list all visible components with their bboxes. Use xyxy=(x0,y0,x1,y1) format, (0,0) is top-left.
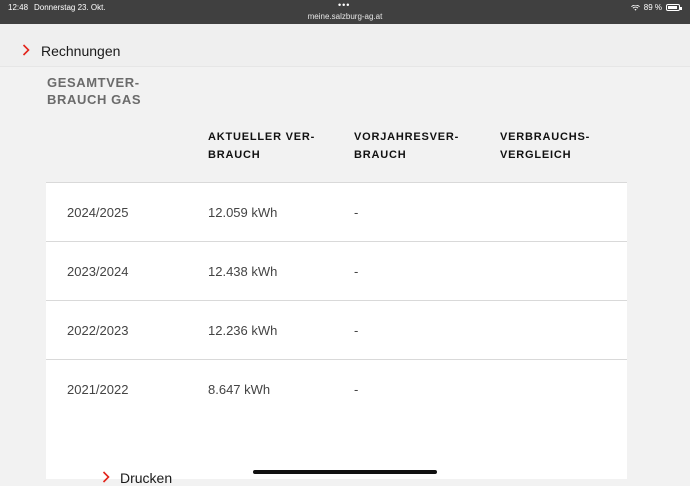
header-current-line2: BRAUCH xyxy=(208,149,261,161)
status-right: 89 % xyxy=(630,3,682,12)
header-comparison-line1: VERBRAUCHS- xyxy=(500,131,591,143)
previous-consumption-cell: - xyxy=(354,323,359,338)
chevron-right-icon xyxy=(102,471,110,483)
battery-percent: 89 % xyxy=(643,3,662,12)
period-cell: 2021/2022 xyxy=(67,382,129,397)
header-comparison-line2: VERGLEICH xyxy=(500,149,572,161)
table-row: 2023/2024 12.438 kWh - xyxy=(46,241,627,300)
section-title-line1: GESAMTVER- xyxy=(47,75,140,90)
period-cell: 2022/2023 xyxy=(67,323,129,338)
header-previous-year: VORJAHRESVER- BRAUCH xyxy=(354,128,484,164)
previous-consumption-cell: - xyxy=(354,382,359,397)
current-consumption-cell: 12.236 kWh xyxy=(208,323,278,338)
invoices-link-label[interactable]: Rechnungen xyxy=(41,43,120,59)
header-previous-line1: VORJAHRESVER- xyxy=(354,131,460,143)
period-cell: 2023/2024 xyxy=(67,264,129,279)
header-comparison: VERBRAUCHS- VERGLEICH xyxy=(500,128,630,164)
chevron-right-icon xyxy=(22,44,30,56)
previous-consumption-cell: - xyxy=(354,205,359,220)
period-cell: 2024/2025 xyxy=(67,205,129,220)
section-title: GESAMTVER- BRAUCH GAS xyxy=(47,74,187,108)
header-current-consumption: AKTUELLER VER- BRAUCH xyxy=(208,128,338,164)
previous-consumption-cell: - xyxy=(354,264,359,279)
battery-icon xyxy=(666,4,682,11)
header-previous-line2: BRAUCH xyxy=(354,149,407,161)
status-date: Donnerstag 23. Okt. xyxy=(34,3,106,12)
section-title-line2: BRAUCH GAS xyxy=(47,92,142,107)
table-row: 2024/2025 12.059 kWh - xyxy=(46,182,627,241)
table-row: 2022/2023 12.236 kWh - xyxy=(46,300,627,359)
consumption-table: 2024/2025 12.059 kWh - 2023/2024 12.438 … xyxy=(46,182,627,419)
address-bar-url[interactable]: meine.salzburg-ag.at xyxy=(0,12,690,21)
status-time: 12:48 xyxy=(8,3,29,12)
wifi-icon xyxy=(630,4,640,11)
status-bar: 12:48 Donnerstag 23. Okt. ••• meine.salz… xyxy=(0,0,690,24)
table-header: AKTUELLER VER- BRAUCH VORJAHRESVER- BRAU… xyxy=(46,120,627,182)
current-consumption-cell: 12.059 kWh xyxy=(208,205,278,220)
table-row: 2021/2022 8.647 kWh - xyxy=(46,359,627,419)
invoices-link-row[interactable]: Rechnungen xyxy=(0,24,690,67)
print-button[interactable]: Drucken xyxy=(120,470,172,486)
more-dots-icon[interactable]: ••• xyxy=(338,0,350,10)
current-consumption-cell: 8.647 kWh xyxy=(208,382,271,397)
current-consumption-cell: 12.438 kWh xyxy=(208,264,278,279)
home-indicator[interactable] xyxy=(253,470,437,474)
header-current-line1: AKTUELLER VER- xyxy=(208,131,316,143)
